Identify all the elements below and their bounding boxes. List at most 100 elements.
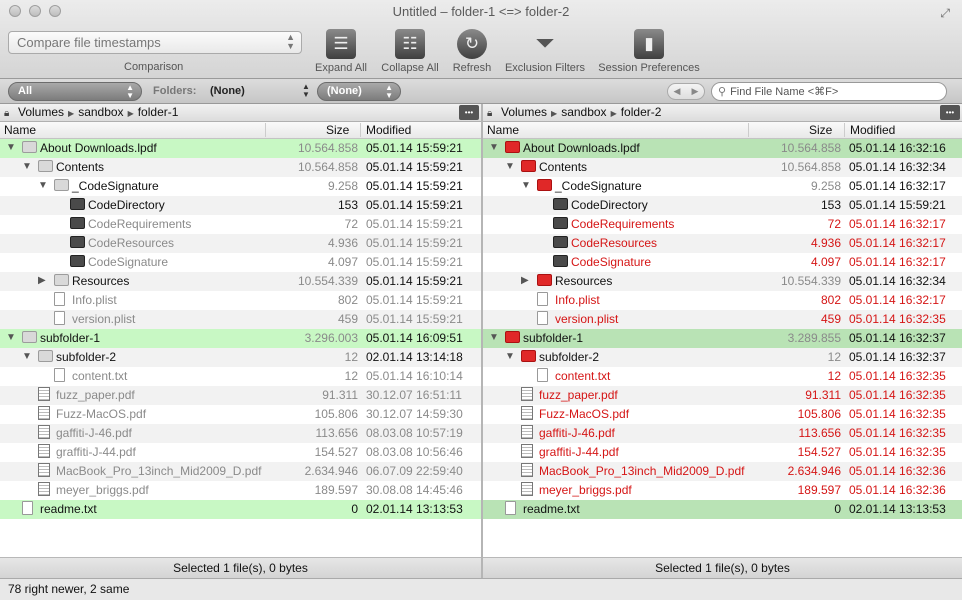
modified-column-header[interactable]: Modified [844, 123, 895, 137]
disclosure-collapsed-icon[interactable]: ▶ [38, 275, 46, 286]
table-row[interactable]: gaffiti-J-46.pdf 113.656 08.03.08 10:57:19 [0, 424, 481, 443]
table-row[interactable]: Fuzz-MacOS.pdf 105.806 05.01.14 16:32:35 [483, 405, 962, 424]
table-row[interactable]: CodeDirectory 153 05.01.14 15:59:21 [0, 196, 481, 215]
row-size: 3.296.003 [304, 331, 358, 345]
refresh-button[interactable]: ↻ Refresh [450, 29, 494, 75]
row-name: Fuzz-MacOS.pdf [56, 407, 147, 421]
folders-select[interactable]: (None) [210, 85, 245, 97]
table-row[interactable]: meyer_briggs.pdf 189.597 05.01.14 16:32:36 [483, 481, 962, 500]
session-preferences-button[interactable]: ▮ Session Preferences [595, 29, 703, 75]
disclosure-expanded-icon[interactable]: ▼ [505, 161, 515, 172]
table-row[interactable]: fuzz_paper.pdf 91.311 05.01.14 16:32:35 [483, 386, 962, 405]
table-row[interactable]: readme.txt 0 02.01.14 13:13:53 [483, 500, 962, 519]
right-path-crumb[interactable]: sandbox [561, 105, 606, 119]
modified-column-header[interactable]: Modified [360, 123, 411, 137]
table-row[interactable]: CodeRequirements 72 05.01.14 16:32:17 [483, 215, 962, 234]
table-row[interactable]: graffiti-J-44.pdf 154.527 05.01.14 16:32:3… [483, 443, 962, 462]
table-row[interactable]: readme.txt 0 02.01.14 13:13:53 [0, 500, 481, 519]
comparison-select[interactable]: Compare file timestamps ▲ ▼ [8, 31, 302, 54]
table-row[interactable]: fuzz_paper.pdf 91.311 30.12.07 16:51:11 [0, 386, 481, 405]
table-row[interactable]: Info.plist 802 05.01.14 16:32:17 [483, 291, 962, 310]
disclosure-expanded-icon[interactable]: ▼ [489, 142, 499, 153]
table-row[interactable]: ▼ subfolder-2 12 05.01.14 16:32:37 [483, 348, 962, 367]
name-column-header[interactable]: Name [4, 123, 36, 137]
row-name: gaffiti-J-46.pdf [56, 426, 132, 440]
row-modified: 05.01.14 16:32:17 [849, 179, 946, 193]
right-path-crumb[interactable]: folder-2 [621, 105, 662, 119]
table-row[interactable]: ▶ Resources 10.554.339 05.01.14 15:59:21 [0, 272, 481, 291]
table-row[interactable]: graffiti-J-44.pdf 154.527 08.03.08 10:56:4… [0, 443, 481, 462]
browse-folder-icon[interactable]: ••• [459, 105, 479, 120]
table-row[interactable]: ▼ About Downloads.lpdf 10.564.858 05.01.14 … [0, 139, 481, 158]
table-row[interactable]: content.txt 12 05.01.14 16:10:14 [0, 367, 481, 386]
table-row[interactable]: ▼ Contents 10.564.858 05.01.14 15:59:21 [0, 158, 481, 177]
table-row[interactable]: MacBook_Pro_13inch_Mid2009_D.pdf 2.634.94… [483, 462, 962, 481]
table-row[interactable]: Info.plist 802 05.01.14 15:59:21 [0, 291, 481, 310]
chevron-right-icon: ▶ [610, 109, 617, 118]
disclosure-expanded-icon[interactable]: ▼ [521, 180, 531, 191]
name-column-header[interactable]: Name [487, 123, 519, 137]
table-row[interactable]: content.txt 12 05.01.14 16:32:35 [483, 367, 962, 386]
lock-icon[interactable]: 🔒︎ [487, 108, 497, 119]
disclosure-collapsed-icon[interactable]: ▶ [521, 275, 529, 286]
size-column-header[interactable]: Size [748, 123, 832, 137]
table-row[interactable]: gaffiti-J-46.pdf 113.656 05.01.14 16:32:35 [483, 424, 962, 443]
row-modified: 05.01.14 15:59:21 [366, 179, 463, 193]
disclosure-expanded-icon[interactable]: ▼ [22, 351, 32, 362]
pdf-file-icon [38, 425, 50, 439]
left-path-crumb[interactable]: Volumes [18, 105, 64, 119]
row-name: subfolder-1 [523, 331, 584, 345]
disclosure-expanded-icon[interactable]: ▼ [489, 332, 499, 343]
row-modified: 05.01.14 16:32:36 [849, 483, 946, 497]
right-path-crumb[interactable]: Volumes [501, 105, 547, 119]
table-row[interactable]: ▼ _CodeSignature 9.258 05.01.14 16:32:17 [483, 177, 962, 196]
table-row[interactable]: ▼ subfolder-1 3.296.003 05.01.14 16:09:51 [0, 329, 481, 348]
pdf-file-icon [521, 482, 533, 496]
left-path-crumb[interactable]: sandbox [78, 105, 123, 119]
pdf-file-icon [38, 482, 50, 496]
left-path-crumb[interactable]: folder-1 [138, 105, 179, 119]
disclosure-expanded-icon[interactable]: ▼ [22, 161, 32, 172]
forward-arrow-icon[interactable]: ▶ [692, 86, 699, 97]
table-row[interactable]: ▼ subfolder-2 12 02.01.14 13:14:18 [0, 348, 481, 367]
table-row[interactable]: meyer_briggs.pdf 189.597 30.08.08 14:45:46 [0, 481, 481, 500]
folder-icon [521, 350, 536, 362]
table-row[interactable]: CodeResources 4.936 05.01.14 16:32:17 [483, 234, 962, 253]
row-name: version.plist [72, 312, 136, 326]
find-file-search[interactable]: ⚲ Find File Name <⌘F> [711, 82, 947, 101]
back-arrow-icon[interactable]: ◀ [674, 86, 681, 97]
row-modified: 30.12.07 14:59:30 [366, 407, 463, 421]
table-row[interactable]: version.plist 459 05.01.14 16:32:35 [483, 310, 962, 329]
table-row[interactable]: ▼ _CodeSignature 9.258 05.01.14 15:59:21 [0, 177, 481, 196]
document-icon [54, 311, 65, 325]
disclosure-expanded-icon[interactable]: ▼ [6, 142, 16, 153]
row-size: 10.554.339 [297, 274, 358, 288]
row-name: _CodeSignature [555, 179, 642, 193]
collapse-all-button[interactable]: ☷ Collapse All [378, 29, 442, 75]
disclosure-expanded-icon[interactable]: ▼ [505, 351, 515, 362]
table-row[interactable]: ▼ subfolder-1 3.289.855 05.01.14 16:32:37 [483, 329, 962, 348]
table-row[interactable]: CodeSignature 4.097 05.01.14 15:59:21 [0, 253, 481, 272]
row-size: 10.564.858 [297, 160, 358, 174]
table-row[interactable]: ▼ Contents 10.564.858 05.01.14 16:32:34 [483, 158, 962, 177]
lock-icon[interactable]: 🔒︎ [4, 108, 14, 119]
table-row[interactable]: CodeRequirements 72 05.01.14 15:59:21 [0, 215, 481, 234]
table-row[interactable]: ▶ Resources 10.554.339 05.01.14 16:32:34 [483, 272, 962, 291]
view-filter-select[interactable]: All ▲ ▼ [8, 82, 142, 101]
table-row[interactable]: CodeDirectory 153 05.01.14 15:59:21 [483, 196, 962, 215]
document-icon [22, 501, 33, 515]
fullscreen-icon[interactable]: ⤢ [940, 6, 950, 21]
size-column-header[interactable]: Size [265, 123, 349, 137]
browse-folder-icon[interactable]: ••• [940, 105, 960, 120]
table-row[interactable]: version.plist 459 05.01.14 15:59:21 [0, 310, 481, 329]
table-row[interactable]: MacBook_Pro_13inch_Mid2009_D.pdf 2.634.94… [0, 462, 481, 481]
exclusion-filters-button[interactable]: ⏷ Exclusion Filters [500, 29, 590, 75]
table-row[interactable]: ▼ About Downloads.lpdf 10.564.858 05.01.14 … [483, 139, 962, 158]
right-filter-select[interactable]: (None) ▲ ▼ [317, 82, 401, 101]
table-row[interactable]: CodeSignature 4.097 05.01.14 16:32:17 [483, 253, 962, 272]
table-row[interactable]: Fuzz-MacOS.pdf 105.806 30.12.07 14:59:30 [0, 405, 481, 424]
disclosure-expanded-icon[interactable]: ▼ [38, 180, 48, 191]
disclosure-expanded-icon[interactable]: ▼ [6, 332, 16, 343]
expand-all-button[interactable]: ☰ Expand All [311, 29, 371, 75]
table-row[interactable]: CodeResources 4.936 05.01.14 15:59:21 [0, 234, 481, 253]
